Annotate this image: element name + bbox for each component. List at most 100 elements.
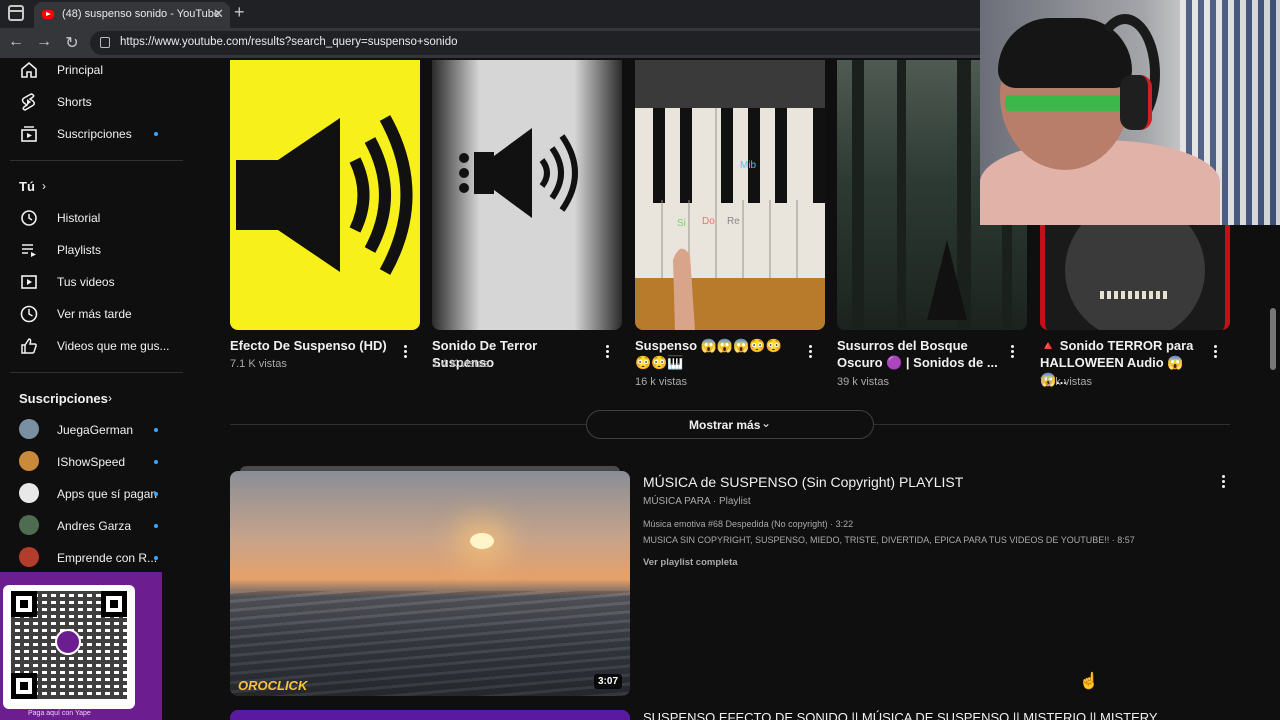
divider (10, 372, 183, 373)
sidebar-item-history[interactable]: Historial (0, 202, 190, 234)
subscriptions-header: Suscripciones (19, 391, 108, 406)
sidebar-channel-apps[interactable]: Apps que sí pagan (0, 478, 190, 510)
sidebar-item-label: Ver más tarde (57, 307, 132, 321)
sidebar-item-subscriptions[interactable]: Suscripciones (0, 118, 190, 150)
sidebar-item-liked-videos[interactable]: Videos que me gus... (0, 330, 190, 362)
new-tab-icon[interactable]: + (234, 2, 245, 23)
sidebar-subscriptions-header[interactable]: Suscripciones › (0, 382, 190, 412)
short-thumbnail[interactable] (230, 60, 420, 330)
sidebar-item-shorts[interactable]: Shorts (0, 86, 190, 118)
home-icon (21, 61, 37, 78)
you-header: Tú (19, 179, 35, 194)
short-thumbnail[interactable] (432, 60, 622, 330)
site-info-icon[interactable] (100, 37, 110, 48)
like-icon (21, 338, 37, 354)
piano-label-right: Re (727, 216, 740, 227)
scrollbar[interactable] (1270, 308, 1276, 370)
browser-tab[interactable]: (48) suspenso sonido - YouTube ✕ (34, 2, 230, 28)
new-content-dot (154, 460, 158, 464)
channel-name: Andres Garza (57, 519, 132, 533)
new-content-dot (154, 492, 158, 496)
avatar (19, 419, 39, 439)
sidebar-item-your-videos[interactable]: Tus videos (0, 266, 190, 298)
channel-name: IShowSpeed (57, 455, 126, 469)
more-options-icon[interactable] (808, 345, 812, 359)
yape-logo-icon (55, 629, 81, 655)
more-options-icon[interactable] (1010, 345, 1014, 359)
tab-title: (48) suspenso sonido - YouTube (62, 8, 220, 20)
next-result-title[interactable]: SUSPENSO EFECTO DE SONIDO || MÚSICA DE S… (643, 710, 1158, 720)
more-options-icon[interactable] (1221, 475, 1225, 489)
qr-caption: Paga aquí con Yape (28, 710, 91, 717)
sidebar-item-label: Shorts (57, 95, 92, 109)
new-content-dot (154, 524, 158, 528)
avatar (19, 547, 39, 567)
qr-code (3, 585, 135, 709)
sidebar-channel-emprende[interactable]: Emprende con R... (0, 542, 190, 574)
more-options-icon[interactable] (403, 345, 407, 359)
playlists-icon (22, 244, 36, 257)
piano-label-left: Si (677, 218, 686, 229)
sidebar-item-watch-later[interactable]: Ver más tarde (0, 298, 190, 330)
back-icon[interactable]: ← (6, 33, 26, 51)
subscriptions-icon (21, 126, 37, 142)
more-options-icon[interactable] (1213, 345, 1217, 359)
webcam-overlay (980, 0, 1280, 225)
playlist-thumbnail[interactable]: OROCLICK 3:07 (230, 471, 630, 696)
playlist-meta[interactable]: MÚSICA PARA · Playlist (643, 496, 751, 507)
headset-earcup-image (1120, 75, 1152, 130)
short-title[interactable]: Efecto De Suspenso (HD) (230, 337, 395, 354)
your-videos-icon (21, 275, 37, 289)
short-title[interactable]: Suspenso 😱😱😱😳😳 😳😳🎹 (635, 337, 800, 371)
qr-overlay: Paga aquí con Yape (0, 572, 162, 720)
tab-search-icon[interactable] (8, 5, 24, 21)
avatar (19, 483, 39, 503)
channel-watermark: OROCLICK (238, 678, 308, 693)
reload-icon[interactable]: ↻ (62, 33, 82, 53)
piano-image (635, 60, 825, 330)
short-views: 75 k vistas (1040, 376, 1092, 388)
qr-finder (11, 673, 37, 699)
chevron-down-icon: ⌄ (761, 416, 772, 430)
sidebar-channel-juegagerman[interactable]: JuegaGerman (0, 414, 190, 446)
next-result-thumbnail[interactable] (230, 710, 630, 720)
speaker-icon (459, 128, 578, 218)
sidebar-item-playlists[interactable]: Playlists (0, 234, 190, 266)
sidebar-item-label: Playlists (57, 243, 102, 257)
channel-name: Apps que sí pagan (57, 487, 158, 501)
shorts-icon (21, 93, 36, 111)
sidebar-item-label: Suscripciones (57, 127, 132, 141)
playlist-video-line[interactable]: MUSICA SIN COPYRIGHT, SUSPENSO, MIEDO, T… (643, 535, 1135, 545)
sidebar-you-header[interactable]: Tú › (0, 170, 190, 200)
playlist-title[interactable]: MÚSICA de SUSPENSO (Sin Copyright) PLAYL… (643, 474, 963, 490)
view-full-playlist-link[interactable]: Ver playlist completa (643, 557, 738, 568)
playlist-video-line[interactable]: Música emotiva #68 Despedida (No copyrig… (643, 519, 853, 529)
short-thumbnail[interactable]: Mib Si Do Re (635, 60, 825, 330)
short-views: 1.4 K vistas (432, 358, 489, 370)
sidebar-channel-ishowspeed[interactable]: IShowSpeed (0, 446, 190, 478)
show-more-button[interactable]: Mostrar más ⌄ (586, 410, 874, 439)
sidebar-item-home[interactable]: Principal (0, 54, 190, 86)
channel-name: Emprende con R... (57, 551, 158, 565)
close-tab-icon[interactable]: ✕ (213, 6, 224, 22)
url-text: https://www.youtube.com/results?search_q… (120, 36, 458, 48)
chevron-right-icon: › (42, 179, 46, 193)
sidebar-channel-andres-garza[interactable]: Andres Garza (0, 510, 190, 542)
sidebar-item-label: Tus videos (57, 275, 115, 289)
short-views: 16 k vistas (635, 376, 687, 388)
youtube-favicon-icon (42, 10, 54, 19)
new-content-dot (154, 556, 158, 560)
forward-icon[interactable]: → (34, 33, 54, 51)
qr-finder (11, 591, 37, 617)
avatar (19, 515, 39, 535)
history-icon (21, 210, 37, 226)
new-content-dot (154, 428, 158, 432)
short-views: 7.1 K vistas (230, 358, 287, 370)
channel-name: JuegaGerman (57, 423, 134, 437)
url-field[interactable]: https://www.youtube.com/results?search_q… (90, 31, 990, 55)
show-more-label: Mostrar más (689, 418, 761, 432)
more-options-icon[interactable] (605, 345, 609, 359)
avatar (19, 451, 39, 471)
sidebar-item-label: Historial (57, 211, 101, 225)
short-title[interactable]: Susurros del Bosque Oscuro 🟣 | Sonidos d… (837, 337, 1002, 371)
